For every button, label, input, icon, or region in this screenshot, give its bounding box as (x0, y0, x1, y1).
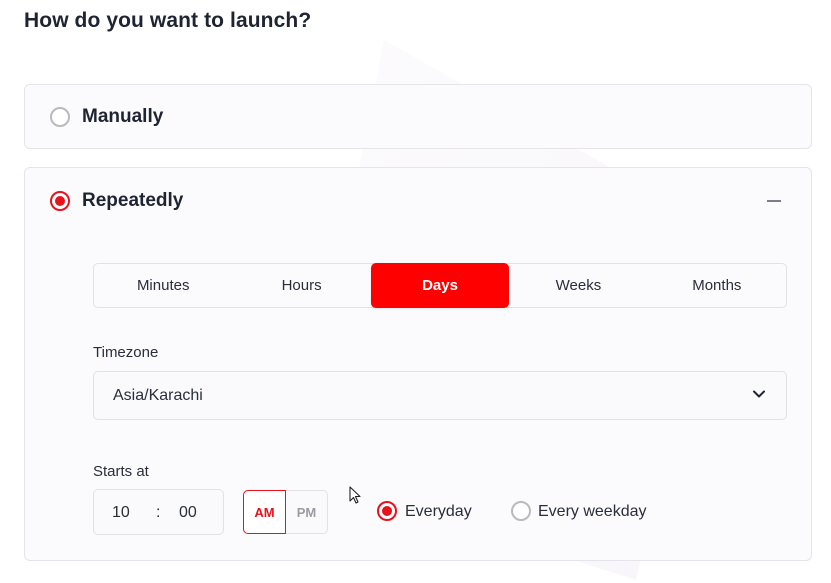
tab-weeks[interactable]: Weeks (509, 264, 647, 307)
launch-settings-page: How do you want to launch? Manually Repe… (0, 0, 831, 583)
collapse-minus-icon[interactable] (767, 200, 781, 202)
tab-months[interactable]: Months (648, 264, 786, 307)
pm-button[interactable]: PM (286, 491, 327, 533)
option-manually-card[interactable]: Manually (24, 84, 812, 149)
time-separator: : (156, 504, 161, 521)
interval-tabs: Minutes Hours Days Weeks Months (93, 263, 787, 308)
every-weekday-label: Every weekday (538, 503, 647, 520)
everyday-radio[interactable] (377, 501, 397, 521)
timezone-label: Timezone (93, 344, 159, 361)
repeatedly-radio[interactable] (50, 191, 70, 211)
manually-label: Manually (82, 106, 164, 127)
every-weekday-radio[interactable] (511, 501, 531, 521)
page-title: How do you want to launch? (24, 9, 312, 32)
am-button[interactable]: AM (243, 490, 286, 534)
timezone-select[interactable]: Asia/Karachi (93, 371, 787, 420)
tab-hours[interactable]: Hours (232, 264, 370, 307)
mouse-pointer-icon (349, 486, 361, 504)
hour-input[interactable]: 10 (112, 504, 130, 522)
everyday-label: Everyday (405, 503, 472, 520)
minute-input[interactable]: 00 (179, 504, 197, 522)
tab-days[interactable]: Days (370, 263, 510, 308)
starts-at-label: Starts at (93, 463, 149, 480)
tab-minutes[interactable]: Minutes (94, 264, 232, 307)
time-input: 10 : 00 (93, 489, 224, 535)
option-repeatedly-card: Repeatedly Minutes Hours Days Weeks Mont… (24, 167, 812, 561)
chevron-down-icon (753, 390, 765, 398)
timezone-value: Asia/Karachi (113, 386, 203, 404)
repeatedly-label: Repeatedly (82, 190, 184, 211)
am-pm-toggle: AM PM (243, 490, 328, 534)
manually-radio[interactable] (50, 107, 70, 127)
